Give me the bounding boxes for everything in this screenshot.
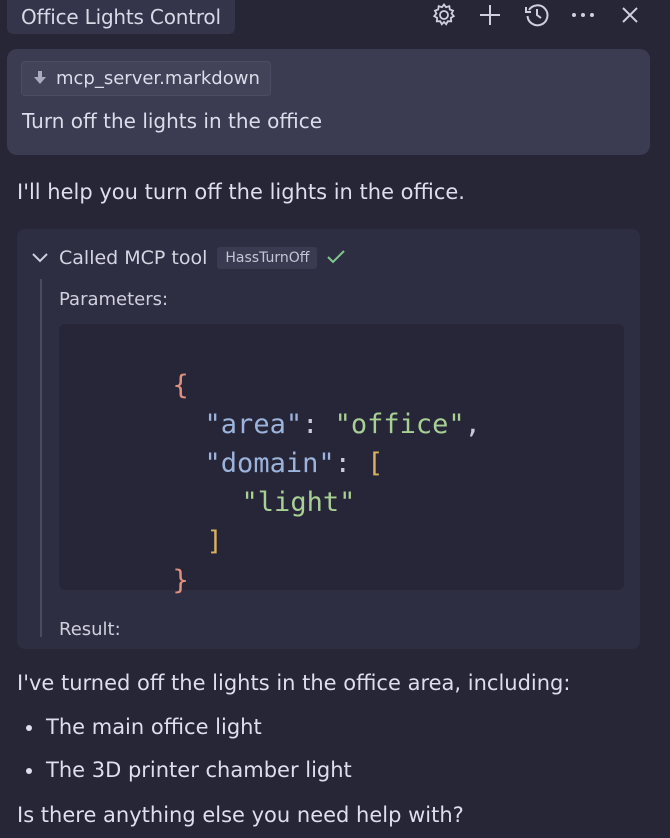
attachment-chip[interactable]: mcp_server.markdown [21, 61, 271, 96]
parameters-label: Parameters: [59, 289, 169, 310]
assistant-intro-text: I'll help you turn off the lights in the… [17, 180, 465, 204]
code-close-brace: } [172, 565, 189, 596]
attachment-label: mcp_server.markdown [56, 68, 260, 89]
tool-call-rail [40, 279, 42, 637]
user-message-text: Turn off the lights in the office [22, 109, 323, 133]
tool-call-block: Called MCP tool HassTurnOff Parameters: … [17, 229, 640, 649]
chat-title[interactable]: Office Lights Control [7, 0, 235, 34]
list-item: The main office light [24, 712, 352, 755]
tool-call-label: Called MCP tool [59, 247, 208, 269]
chevron-down-icon[interactable] [31, 249, 49, 267]
lights-list: The main office light The 3D printer cha… [24, 712, 352, 798]
close-icon[interactable] [614, 0, 646, 30]
result-label: Result: [59, 619, 121, 640]
arrow-down-icon [34, 70, 46, 87]
user-message-card: mcp_server.markdown Turn off the lights … [7, 49, 650, 155]
code-open-bracket: [ [367, 448, 384, 479]
settings-gear-icon[interactable] [428, 0, 460, 30]
plus-icon[interactable] [474, 0, 506, 30]
parameters-code-block: { "area": "office", "domain": [ "light" … [59, 324, 624, 594]
code-close-bracket: ] [206, 526, 223, 557]
chat-header: Office Lights Control [0, 0, 670, 36]
list-item: The 3D printer chamber light [24, 755, 352, 798]
assistant-summary-text: I've turned off the lights in the office… [17, 671, 571, 695]
code-domain-item: "light" [241, 487, 356, 518]
tool-call-header[interactable]: Called MCP tool HassTurnOff [31, 243, 346, 273]
history-icon[interactable] [521, 0, 553, 30]
tool-name-badge: HassTurnOff [217, 247, 318, 269]
more-horizontal-icon[interactable] [567, 0, 599, 30]
assistant-question-text: Is there anything else you need help wit… [17, 803, 464, 827]
checkmark-icon [327, 247, 346, 269]
